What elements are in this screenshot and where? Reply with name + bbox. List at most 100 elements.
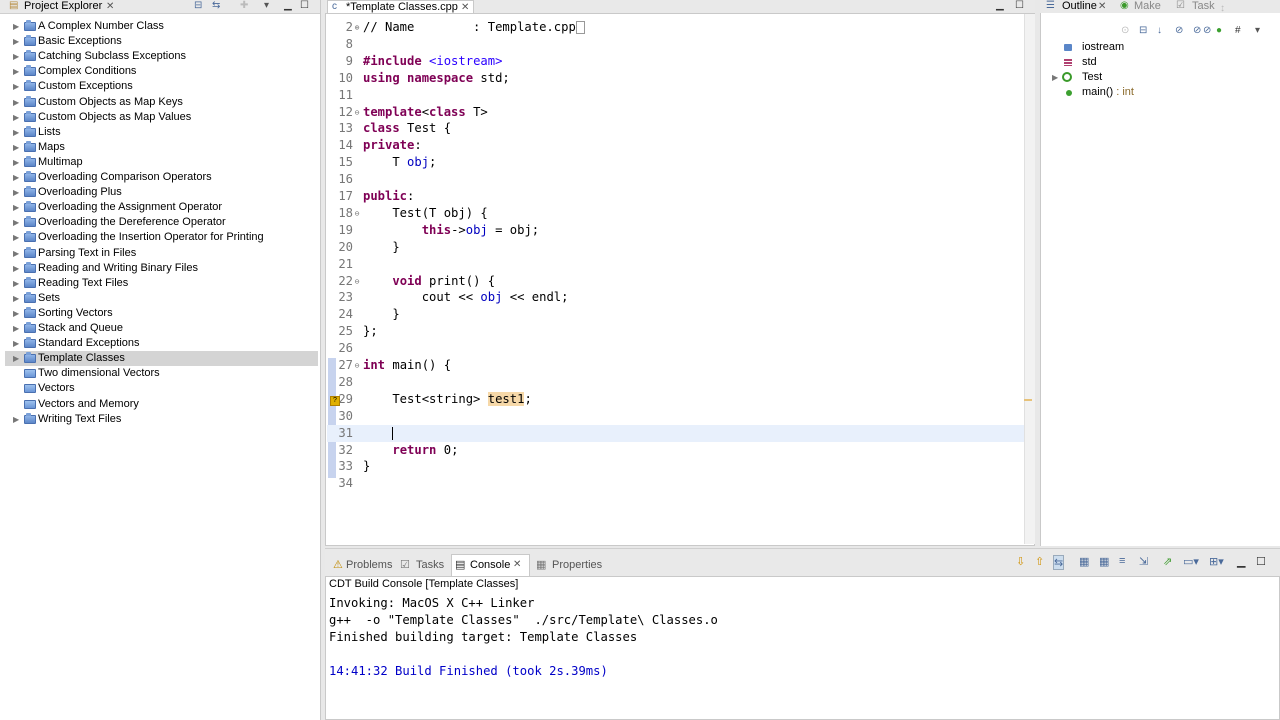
project-tree-item[interactable]: ▶ Parsing Text in Files <box>5 246 318 261</box>
display-console-icon[interactable]: ▭▾ <box>1183 555 1199 568</box>
expand-triangle-icon[interactable]: ▶ <box>13 95 19 110</box>
expand-triangle-icon[interactable]: ▶ <box>13 412 19 427</box>
project-tree-item[interactable]: Vectors <box>5 381 318 396</box>
project-tree-item[interactable]: ▶ Standard Exceptions <box>5 336 318 351</box>
tab-problems[interactable]: Problems <box>346 558 392 572</box>
view-menu-icon[interactable]: ▾ <box>264 0 269 12</box>
code-line[interactable]: 12 ⊖ template<class T> <box>327 104 1024 121</box>
project-tree-item[interactable]: ▶ Custom Objects as Map Values <box>5 110 318 125</box>
project-tree-item[interactable]: Two dimensional Vectors <box>5 366 318 381</box>
warning-icon[interactable]: ? <box>330 396 340 406</box>
project-tree-item[interactable]: ▶ Sorting Vectors <box>5 306 318 321</box>
expand-triangle-icon[interactable]: ▶ <box>13 291 19 306</box>
project-tree-item[interactable]: ▶ Reading Text Files <box>5 276 318 291</box>
project-tree-item[interactable]: ▶ Multimap <box>5 155 318 170</box>
expand-triangle-icon[interactable]: ▶ <box>13 155 19 170</box>
project-tree-item[interactable]: ▶ Basic Exceptions <box>5 34 318 49</box>
outline-item[interactable]: std <box>1052 55 1272 70</box>
code-line[interactable]: 25}; <box>327 323 1024 340</box>
open-console-icon[interactable]: ⇗ <box>1163 555 1172 568</box>
project-tree-item[interactable]: ▶ Sets <box>5 291 318 306</box>
sort-alpha-icon[interactable]: ↓ <box>1157 25 1162 37</box>
project-tree-item[interactable]: ▶ Overloading Plus <box>5 185 318 200</box>
prev-arrow-icon[interactable]: ⇧ <box>1035 555 1044 568</box>
editor-tab[interactable]: c *Template Classes.cpp ✕ <box>327 0 474 14</box>
tab-make[interactable]: Make <box>1134 0 1161 13</box>
scroll-lock-icon[interactable]: ⇆ <box>1053 555 1065 570</box>
view-menu-icon[interactable]: ▾ <box>1255 25 1260 37</box>
overview-warning-marker[interactable] <box>1024 399 1032 401</box>
code-line[interactable]: 21 <box>327 256 1024 273</box>
code-line[interactable]: 11 <box>327 87 1024 104</box>
group-includes-icon[interactable]: # <box>1235 25 1241 37</box>
close-icon[interactable]: ✕ <box>513 558 521 572</box>
project-tree-item[interactable]: ▶ Overloading the Assignment Operator <box>5 200 318 215</box>
project-tree-item[interactable]: ▶ A Complex Number Class <box>5 19 318 34</box>
hide-nonpublic-icon[interactable]: ⊘ <box>1203 25 1211 37</box>
code-line[interactable]: 14 private: <box>327 137 1024 154</box>
project-tree-item[interactable]: ▶ Maps <box>5 140 318 155</box>
focus-icon[interactable]: ⊙ <box>1121 25 1129 37</box>
project-tree-item[interactable]: ▶ Lists <box>5 125 318 140</box>
collapse-all-icon[interactable]: ⊟ <box>1139 25 1147 37</box>
expand-triangle-icon[interactable]: ▶ <box>13 49 19 64</box>
code-line[interactable]: 17 public: <box>327 188 1024 205</box>
fold-toggle-icon[interactable]: ⊖ <box>353 357 361 374</box>
code-line[interactable]: 24 } <box>327 306 1024 323</box>
expand-triangle-icon[interactable]: ▶ <box>13 261 19 276</box>
code-line[interactable]: 26 <box>327 340 1024 357</box>
expand-triangle-icon[interactable]: ▶ <box>13 140 19 155</box>
code-line[interactable]: 10 using namespace std; <box>327 70 1024 87</box>
code-line[interactable]: 28 <box>327 374 1024 391</box>
expand-triangle-icon[interactable]: ▶ <box>13 185 19 200</box>
project-tree-item[interactable]: ▶ Custom Objects as Map Keys <box>5 95 318 110</box>
new-icon[interactable]: ✚ <box>240 0 248 12</box>
minimize-icon[interactable]: ▁ <box>1237 555 1245 568</box>
collapse-all-icon[interactable]: ⊟ <box>194 0 202 12</box>
maximize-icon[interactable]: ☐ <box>1015 0 1024 12</box>
expand-triangle-icon[interactable]: ▶ <box>13 321 19 336</box>
tab-task[interactable]: Task <box>1192 0 1215 13</box>
expand-triangle-icon[interactable]: ▶ <box>13 351 19 366</box>
close-icon[interactable]: ✕ <box>1098 0 1106 13</box>
pin-console-icon[interactable]: ▦ <box>1099 555 1109 568</box>
code-line[interactable]: 23 cout << obj << endl; <box>327 289 1024 306</box>
tab-console[interactable]: Console <box>470 558 510 572</box>
expand-triangle-icon[interactable]: ▶ <box>13 215 19 230</box>
expand-triangle-icon[interactable]: ▶ <box>13 64 19 79</box>
code-line[interactable]: 30 <box>327 408 1024 425</box>
project-tree-item[interactable]: ▶ Catching Subclass Exceptions <box>5 49 318 64</box>
show-console-icon[interactable]: ⇲ <box>1139 555 1148 568</box>
code-line[interactable]: 19 this->obj = obj; <box>327 222 1024 239</box>
expand-triangle-icon[interactable]: ▶ <box>13 19 19 34</box>
code-line[interactable]: 15 T obj; <box>327 154 1024 171</box>
minimize-icon[interactable]: ▁ <box>284 0 292 12</box>
project-tree-item[interactable]: ▶ Custom Exceptions <box>5 79 318 94</box>
minimize-icon[interactable]: ▁ <box>996 0 1004 12</box>
expand-triangle-icon[interactable]: ▶ <box>13 170 19 185</box>
next-arrow-icon[interactable]: ⇩ <box>1016 555 1025 568</box>
editor-overview-ruler[interactable] <box>1024 14 1035 544</box>
code-line[interactable]: 2 ⊕// Name : Template.cpp <box>327 19 1024 36</box>
project-tree-item[interactable]: ▶ Writing Text Files <box>5 412 318 427</box>
outline-item[interactable]: iostream <box>1052 40 1272 55</box>
project-tree-item[interactable]: Vectors and Memory <box>5 397 318 412</box>
project-tree-item[interactable]: ▶ Reading and Writing Binary Files <box>5 261 318 276</box>
code-line[interactable]: 13 class Test { <box>327 120 1024 137</box>
fold-toggle-icon[interactable]: ⊖ <box>353 104 361 121</box>
expand-triangle-icon[interactable]: ▶ <box>13 200 19 215</box>
project-tree-item[interactable]: ▶ Overloading Comparison Operators <box>5 170 318 185</box>
expand-triangle-icon[interactable]: ▶ <box>1052 70 1058 85</box>
hide-inactive-icon[interactable]: ● <box>1216 25 1222 37</box>
code-line[interactable]: 34 <box>327 475 1024 492</box>
code-line[interactable]: 18 ⊖ Test(T obj) { <box>327 205 1024 222</box>
tab-properties[interactable]: Properties <box>552 558 602 572</box>
clear-console-icon[interactable]: ▦ <box>1079 555 1089 568</box>
maximize-icon[interactable]: ☐ <box>1256 555 1266 568</box>
code-line[interactable]: 27 ⊖ int main() { <box>327 357 1024 374</box>
code-line[interactable]: 9 #include <iostream> <box>327 53 1024 70</box>
fold-toggle-icon[interactable]: ⊖ <box>353 273 361 290</box>
project-tree-item[interactable]: ▶ Complex Conditions <box>5 64 318 79</box>
fold-toggle-icon[interactable]: ⊖ <box>353 205 361 222</box>
code-line[interactable]: 8 <box>327 36 1024 53</box>
